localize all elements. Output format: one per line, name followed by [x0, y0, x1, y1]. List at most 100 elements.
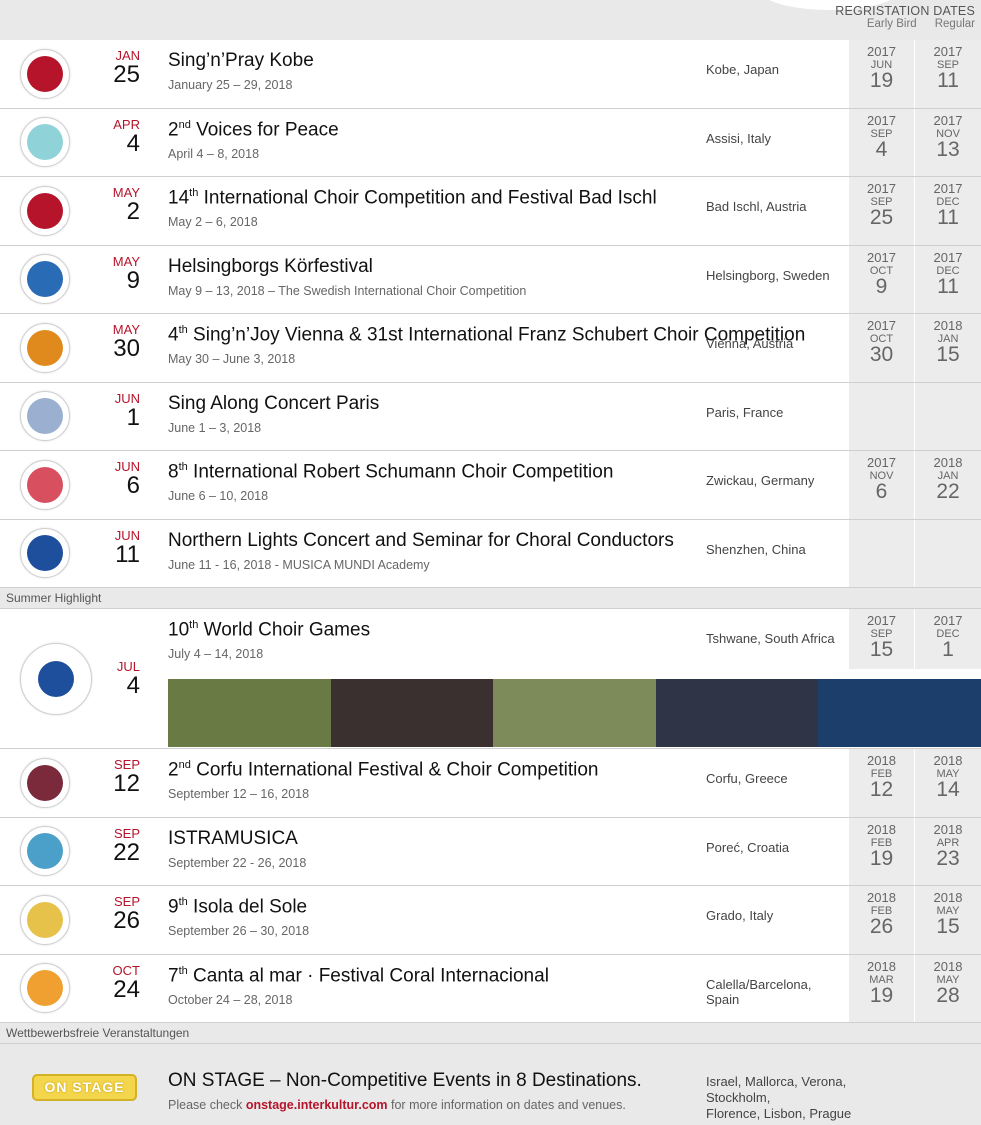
reg-day: 4: [875, 137, 888, 161]
photo: [493, 679, 656, 747]
event-logo: [20, 894, 70, 945]
section-non-competitive: Wettbewerbsfreie Veranstaltungen: [0, 1023, 981, 1044]
reg-year: 2018: [867, 821, 896, 837]
event-row[interactable]: SEP 22 ISTRAMUSICA September 22 - 26, 2018 P…: [0, 817, 981, 886]
event-day: 26: [113, 907, 140, 934]
event-title[interactable]: Northern Lights Concert and Seminar for …: [168, 530, 708, 552]
reg-year: 2018: [933, 753, 963, 768]
event-date: OCT 24: [100, 963, 140, 1002]
regular-date: [915, 382, 981, 450]
reg-year: 2017: [933, 112, 963, 128]
reg-day: 19: [869, 846, 894, 870]
logo-mark: [27, 901, 63, 938]
early-bird-date: 2017 NOV 6: [849, 451, 915, 519]
event-row[interactable]: MAY 9 Helsingborgs Körfestival May 9 – 13, …: [0, 245, 981, 314]
photo: [168, 679, 331, 747]
event-date: JAN 25: [100, 48, 140, 87]
event-title[interactable]: Sing Along Concert Paris: [168, 393, 708, 415]
event-title[interactable]: 14th International Choir Competition and…: [168, 187, 708, 209]
event-location: Shenzhen, China: [706, 541, 806, 557]
onstage-link[interactable]: onstage.interkultur.com: [246, 1098, 388, 1112]
regular-date: 2017 DEC 1: [915, 609, 981, 669]
event-location: Corfu, Greece: [706, 771, 788, 786]
photo: [330, 679, 494, 747]
regular-date: 2018 MAY 14: [915, 749, 981, 817]
logo-mark: [27, 329, 63, 366]
event-dates: May 9 – 13, 2018 – The Swedish Internati…: [168, 283, 527, 298]
event-dates: June 1 – 3, 2018: [168, 420, 262, 435]
event-logo: [20, 117, 70, 168]
event-row[interactable]: APR 4 2nd Voices for Peace April 4 – 8, 201…: [0, 108, 981, 177]
event-row[interactable]: OCT 24 7th Canta al mar · Festival Coral I…: [0, 954, 981, 1023]
event-date: JUN 11: [100, 528, 140, 567]
photo: [655, 679, 819, 747]
event-dates: April 4 – 8, 2018: [168, 146, 260, 161]
event-info: 14th International Choir Competition and…: [168, 187, 708, 229]
event-title[interactable]: ISTRAMUSICA: [168, 828, 708, 850]
event-row[interactable]: JUL 4 10th World Choir Games July 4 – 14, 2…: [0, 609, 981, 749]
reg-year: 2018: [933, 890, 963, 905]
event-row[interactable]: MAY 30 4th Sing’n’Joy Vienna & 31st Intern…: [0, 314, 981, 383]
event-title[interactable]: 2nd Voices for Peace: [168, 119, 708, 141]
event-row[interactable]: JAN 25 Sing’n’Pray Kobe January 25 – 29, 20…: [0, 40, 981, 109]
reg-year: 2017: [933, 249, 963, 265]
photo: [818, 679, 981, 747]
event-title[interactable]: 9th Isola del Sole: [168, 896, 708, 918]
event-location: Bad Ischl, Austria: [706, 199, 807, 214]
event-title[interactable]: 2nd Corfu International Festival & Choir…: [168, 759, 708, 781]
regular-date: 2017 DEC 11: [915, 245, 981, 313]
event-info: 4th Sing’n’Joy Vienna & 31st Internation…: [168, 324, 805, 366]
reg-year: 2018: [933, 958, 963, 974]
onstage-row[interactable]: ON STAGE ON STAGE – Non-Competitive Event…: [0, 1044, 981, 1121]
reg-year: 2017: [867, 613, 896, 628]
reg-day: 15: [936, 915, 960, 938]
event-day: 4: [126, 129, 140, 157]
event-row[interactable]: JUN 11 Northern Lights Concert and Seminar…: [0, 519, 981, 588]
reg-day: 6: [875, 480, 888, 503]
event-row[interactable]: JUN 1 Sing Along Concert Paris June 1 – 3, …: [0, 382, 981, 451]
regular-date: 2018 MAY 28: [915, 954, 981, 1022]
event-title[interactable]: 8th International Robert Schumann Choir …: [168, 461, 708, 483]
event-logo: [20, 254, 70, 305]
title-ordinal: th: [178, 461, 188, 473]
reg-year: 2017: [933, 613, 963, 628]
event-row[interactable]: SEP 26 9th Isola del Sole September 26 – 30…: [0, 886, 981, 955]
early-bird-date: 2018 FEB 26: [849, 886, 915, 954]
event-title[interactable]: 7th Canta al mar · Festival Coral Intern…: [168, 965, 708, 987]
logo-mark: [27, 124, 63, 161]
event-info: 10th World Choir Games July 4 – 14, 2018: [168, 619, 708, 661]
reg-day: 30: [869, 343, 894, 366]
reg-day: 11: [937, 69, 959, 92]
event-list: JAN 25 Sing’n’Pray Kobe January 25 – 29, 20…: [0, 40, 981, 1121]
title-ordinal: th: [178, 964, 188, 977]
early-bird-date: 2018 FEB 19: [849, 817, 915, 885]
event-info: 7th Canta al mar · Festival Coral Intern…: [168, 965, 708, 1007]
event-title[interactable]: 10th World Choir Games: [168, 619, 708, 641]
event-location: Tshwane, South Africa: [706, 631, 835, 646]
event-title[interactable]: Helsingborgs Körfestival: [168, 256, 708, 278]
event-location: Grado, Italy: [706, 908, 774, 923]
event-location: Paris, France: [706, 404, 784, 420]
regular-date: 2017 SEP 11: [915, 40, 981, 108]
event-row[interactable]: SEP 12 2nd Corfu International Festival & …: [0, 749, 981, 818]
event-day: 22: [113, 838, 140, 866]
event-location: Helsingborg, Sweden: [706, 267, 830, 283]
event-row[interactable]: MAY 2 14th International Choir Competition…: [0, 177, 981, 246]
event-row[interactable]: JUN 6 8th International Robert Schumann Ch…: [0, 451, 981, 520]
event-date: JUN 1: [100, 391, 140, 430]
event-dates: July 4 – 14, 2018: [168, 647, 264, 662]
event-logo: [20, 826, 70, 877]
reg-year: 2018: [933, 821, 963, 837]
reg-day: 19: [869, 983, 894, 1007]
early-bird-date: [849, 519, 915, 587]
event-day: 6: [126, 472, 140, 499]
logo-mark: [27, 192, 63, 229]
regular-date: 2017 DEC 11: [915, 177, 981, 245]
title-ordinal: th: [189, 187, 199, 199]
event-logo: [20, 528, 70, 579]
event-title[interactable]: 4th Sing’n’Joy Vienna & 31st Internation…: [168, 324, 805, 346]
event-day: 30: [113, 335, 140, 362]
event-title[interactable]: Sing’n’Pray Kobe: [168, 50, 708, 72]
reg-year: 2017: [867, 318, 896, 333]
regular-date: [915, 519, 981, 587]
